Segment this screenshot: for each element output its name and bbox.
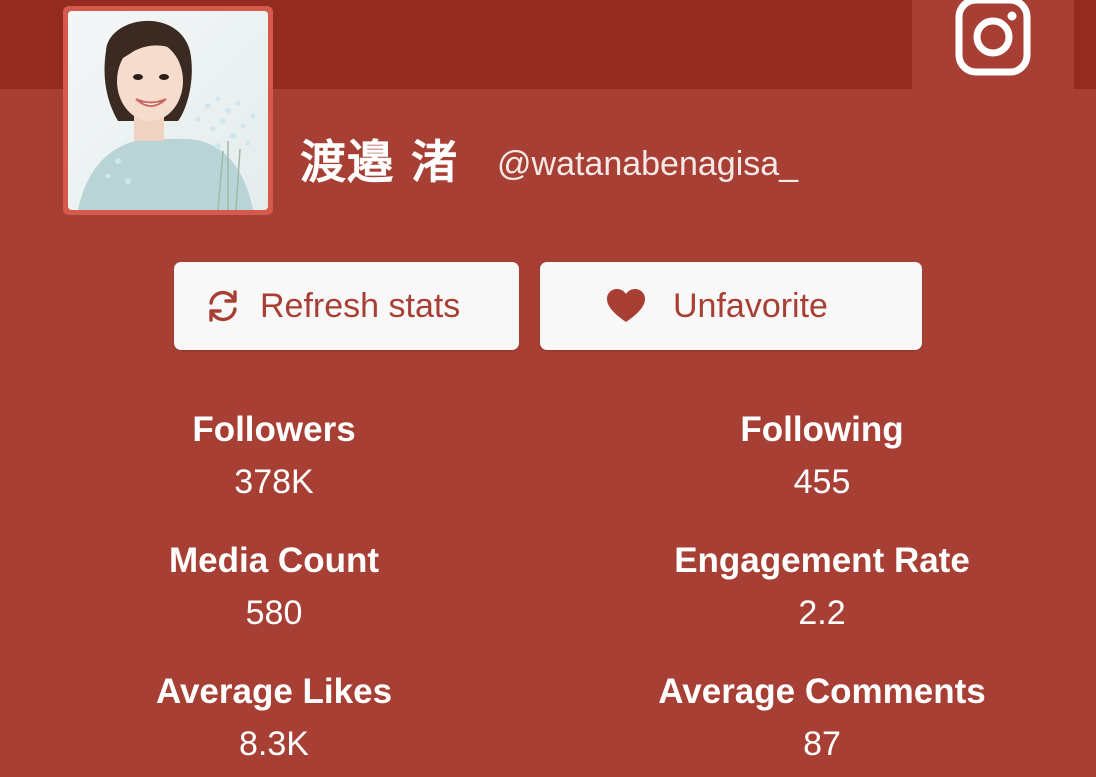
refresh-stats-button[interactable]: Refresh stats [174,262,519,350]
unfavorite-label: Unfavorite [673,286,828,325]
stat-label: Media Count [169,541,379,580]
stat-label: Average Comments [658,672,986,711]
stat-label: Following [740,410,904,449]
profile-photo [68,11,268,210]
stat-value: 378K [234,463,314,501]
unfavorite-button[interactable]: Unfavorite [540,262,922,350]
instagram-icon [955,0,1031,76]
stat-followers: Followers 378K [44,409,504,503]
stat-value: 8.3K [239,725,309,763]
stat-average-comments: Average Comments 87 [592,671,1052,765]
avatar[interactable] [68,11,268,210]
stat-media-count: Media Count 580 [44,540,504,634]
stat-average-likes: Average Likes 8.3K [44,671,504,765]
stat-value: 2.2 [798,594,846,632]
username-handle[interactable]: @watanabenagisa_ [497,144,798,184]
heart-icon [607,289,645,323]
stat-value: 580 [245,594,303,632]
refresh-stats-label: Refresh stats [260,286,461,325]
stat-label: Engagement Rate [674,541,970,580]
stat-label: Average Likes [155,672,393,711]
stat-label: Followers [192,410,356,449]
platform-badge[interactable] [912,0,1074,89]
stat-following: Following 455 [592,409,1052,503]
refresh-icon [204,288,242,324]
display-name: 渡邉 渚 [300,135,459,189]
stat-value: 87 [803,725,841,763]
stat-value: 455 [793,463,851,501]
stat-engagement-rate: Engagement Rate 2.2 [592,540,1052,634]
